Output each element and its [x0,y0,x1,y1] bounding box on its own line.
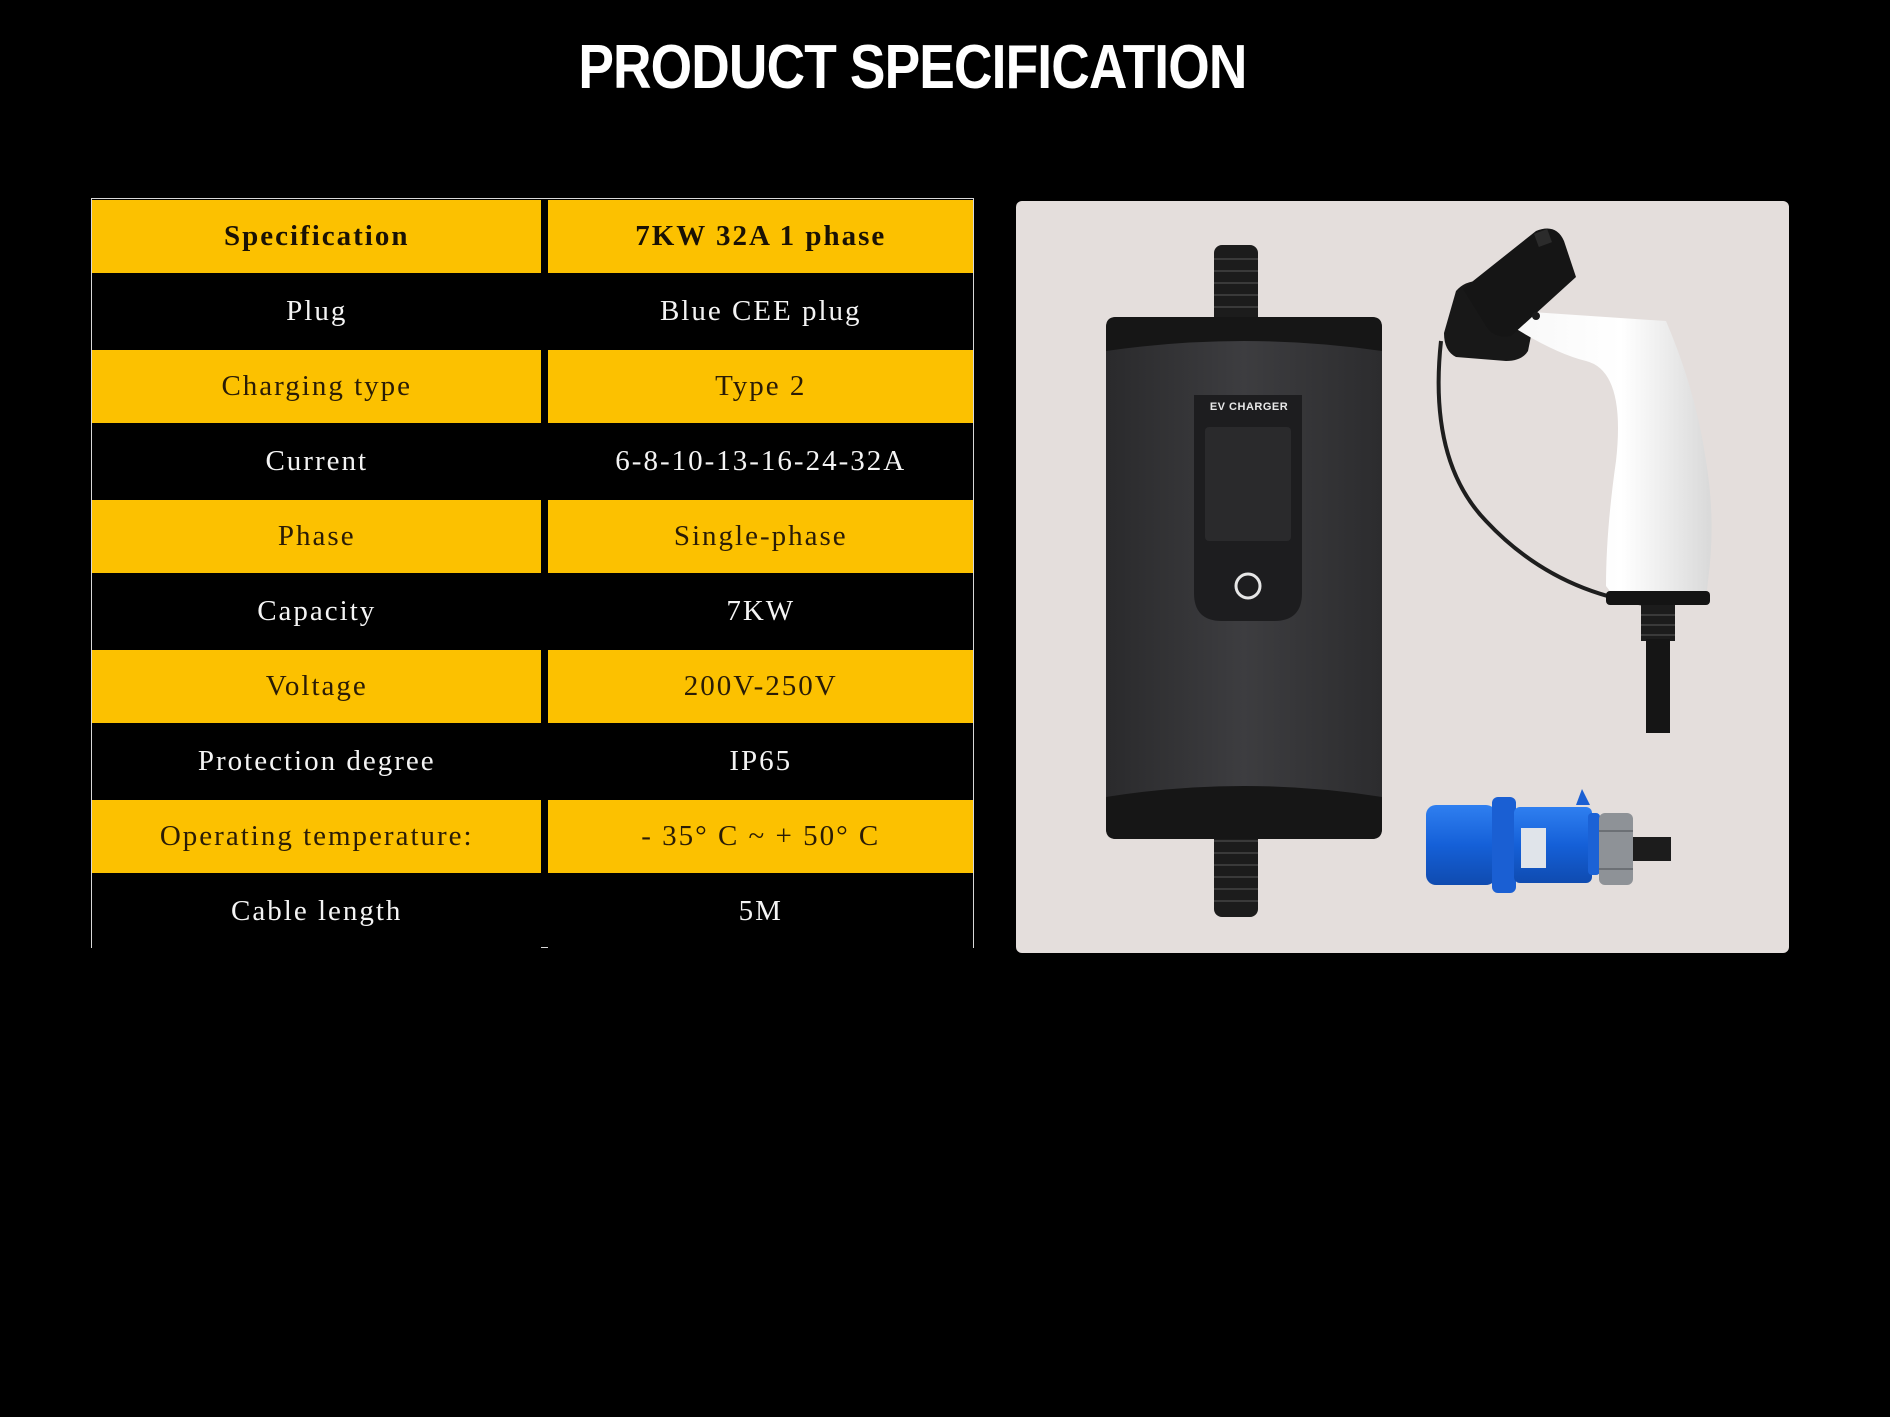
spec-value-capacity: 7KW [548,574,973,649]
page-title: PRODUCT SPECIFICATION [578,33,1247,102]
spec-value-current: 6-8-10-13-16-24-32A [548,424,973,499]
spec-key-voltage: Voltage [92,650,542,723]
spec-value-voltage: 200V-250V [548,650,973,723]
spec-table: Specification 7KW 32A 1 phase Plug Blue … [91,198,974,949]
table-row: Protection degree IP65 [92,724,973,799]
table-row: Charging type Type 2 [92,349,973,424]
type2-connector [1463,228,1712,733]
ev-charger-control-box [1106,245,1382,917]
table-row: Phase Single-phase [92,499,973,574]
table-row: Cable length 5M [92,874,973,949]
spec-key-phase: Phase [92,500,542,573]
spec-key-cable-length: Cable length [92,874,542,949]
table-row: Plug Blue CEE plug [92,274,973,349]
spec-value-operating-temperature: - 35° C ~ + 50° C [548,800,973,873]
table-row: Current 6-8-10-13-16-24-32A [92,424,973,499]
table-row: Voltage 200V-250V [92,649,973,724]
product-image: EV CHARGER [1016,201,1789,953]
ev-charger-label: EV CHARGER [1209,401,1289,413]
product-illustration [1106,228,1712,917]
table-row: Capacity 7KW [92,574,973,649]
spec-key-protection-degree: Protection degree [92,724,542,799]
spec-value-phase: Single-phase [548,500,973,573]
display-screen [1205,427,1291,541]
blue-cee-plug [1426,789,1671,893]
spec-value-plug: Blue CEE plug [548,274,973,349]
spec-key-charging-type: Charging type [92,350,542,423]
spec-value-cable-length: 5M [548,874,973,949]
table-header-row: Specification 7KW 32A 1 phase [92,199,973,274]
spec-key-current: Current [92,424,542,499]
spec-value-charging-type: Type 2 [548,350,973,423]
spec-value-protection-degree: IP65 [548,724,973,799]
header-key-cell: Specification [92,200,542,273]
product-spec-page: PRODUCT SPECIFICATION Specification 7KW … [0,0,1890,1417]
spec-key-operating-temperature: Operating temperature: [92,800,542,873]
header-value-cell: 7KW 32A 1 phase [548,200,973,273]
table-row: Operating temperature: - 35° C ~ + 50° C [92,799,973,874]
spec-key-plug: Plug [92,274,542,349]
spec-key-capacity: Capacity [92,574,542,649]
